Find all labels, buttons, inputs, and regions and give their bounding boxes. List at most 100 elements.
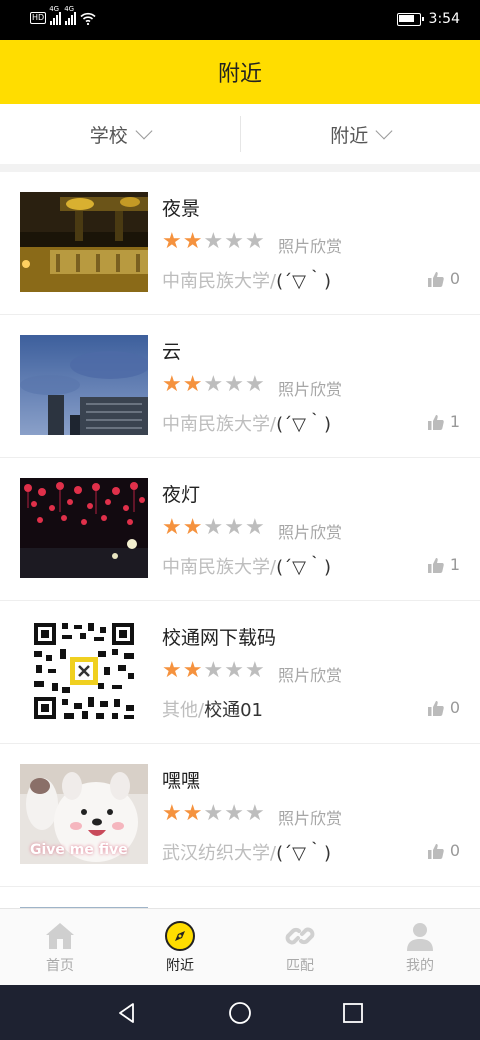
thumbs-up-icon [427, 700, 444, 716]
star-filled-icon: ★ [162, 229, 182, 254]
list-item[interactable] [0, 887, 480, 908]
link-icon [285, 927, 315, 945]
rating-stars: ★ ★ ★ ★ ★ [162, 803, 265, 825]
star-filled-icon: ★ [182, 658, 203, 683]
item-title: 云 [162, 341, 182, 363]
list-item[interactable]: 校通网下载码 ★ ★ ★ ★ ★ 照片欣赏 其他/校通01 0 [0, 601, 480, 744]
item-school: 武汉纺织大学/ [162, 843, 277, 864]
thumbs-up-icon [427, 271, 444, 287]
like-button[interactable]: 0 [427, 269, 460, 288]
item-meta: 中南民族大学/(´▽｀) [162, 553, 331, 579]
item-category: 照片欣赏 [278, 380, 343, 399]
thumbs-up-icon [427, 414, 444, 430]
post-list: 夜景 ★ ★ ★ ★ ★ 照片欣赏 中南民族大学/(´▽｀) 0 云 ★ ★ ★… [0, 172, 480, 908]
chevron-down-icon [375, 122, 393, 140]
star-empty-icon: ★ [203, 229, 224, 254]
section-gap [0, 164, 480, 172]
item-category: 照片欣赏 [278, 523, 343, 542]
star-empty-icon: ★ [244, 658, 265, 683]
thumbs-up-icon [427, 843, 444, 859]
back-icon[interactable] [115, 1001, 139, 1025]
filter-nearby-dropdown[interactable]: 附近 [241, 104, 480, 164]
item-category: 照片欣赏 [278, 237, 343, 256]
star-empty-icon: ★ [244, 229, 265, 254]
like-button[interactable]: 0 [427, 841, 460, 860]
like-button[interactable]: 1 [427, 412, 460, 431]
item-meta: 中南民族大学/(´▽｀) [162, 267, 331, 293]
item-school: 其他/ [162, 700, 205, 721]
system-nav-bar [0, 985, 480, 1040]
like-count: 1 [449, 555, 460, 574]
rating-stars: ★ ★ ★ ★ ★ [162, 517, 265, 539]
white-dog-photo[interactable]: Give me five [20, 764, 148, 864]
compass-icon [165, 921, 195, 951]
star-filled-icon: ★ [162, 658, 182, 683]
star-filled-icon: ★ [162, 515, 182, 540]
item-title: 夜灯 [162, 484, 201, 506]
person-icon [407, 923, 433, 951]
signal-icon: 4G [49, 5, 62, 25]
item-title: 夜景 [162, 198, 201, 220]
star-filled-icon: ★ [182, 515, 203, 540]
item-meta: 中南民族大学/(´▽｀) [162, 410, 331, 436]
item-category: 照片欣赏 [278, 666, 343, 685]
night-bridge-photo[interactable] [20, 192, 148, 292]
cloudy-sky-photo[interactable] [20, 335, 148, 435]
item-meta: 武汉纺织大学/(´▽｀) [162, 839, 331, 865]
star-empty-icon: ★ [224, 658, 244, 683]
home-circle-icon[interactable] [228, 1001, 252, 1025]
star-empty-icon: ★ [244, 515, 265, 540]
photo-caption: Give me five [30, 842, 128, 858]
item-author: (´▽｀) [276, 271, 331, 292]
star-empty-icon: ★ [244, 801, 265, 826]
star-filled-icon: ★ [162, 372, 182, 397]
signal-icon-2: 4G [64, 5, 77, 25]
filter-nearby-label: 附近 [330, 124, 369, 147]
thumbs-up-icon [427, 557, 444, 573]
tab-me[interactable]: 我的 [360, 909, 480, 986]
star-empty-icon: ★ [224, 372, 244, 397]
list-item[interactable]: 夜灯 ★ ★ ★ ★ ★ 照片欣赏 中南民族大学/(´▽｀) 1 [0, 458, 480, 601]
item-author: (´▽｀) [276, 843, 331, 864]
star-filled-icon: ★ [182, 229, 203, 254]
item-author: (´▽｀) [276, 414, 331, 435]
home-icon [46, 923, 74, 949]
page-header: 附近 [0, 40, 480, 104]
star-empty-icon: ★ [203, 658, 224, 683]
star-empty-icon: ★ [224, 515, 244, 540]
star-empty-icon: ★ [224, 801, 244, 826]
chevron-down-icon [135, 122, 153, 140]
status-left: HD 4G 4G [30, 5, 96, 25]
red-lanterns-photo[interactable] [20, 478, 148, 578]
tab-nearby[interactable]: 附近 [120, 909, 240, 986]
item-title: 嘿嘿 [162, 770, 201, 792]
status-bar: HD 4G 4G 3:54 [0, 0, 480, 40]
tab-nearby-label: 附近 [166, 958, 194, 974]
recents-icon[interactable] [341, 1001, 365, 1025]
tab-home[interactable]: 首页 [0, 909, 120, 986]
list-item[interactable]: Give me five 嘿嘿 ★ ★ ★ ★ ★ 照片欣赏 武汉纺织大学/(´▽｀) … [0, 744, 480, 887]
list-item[interactable]: 夜景 ★ ★ ★ ★ ★ 照片欣赏 中南民族大学/(´▽｀) 0 [0, 172, 480, 315]
star-empty-icon: ★ [244, 372, 265, 397]
battery-icon [396, 12, 424, 26]
bottom-tab-bar: 首页 附近 匹配 我的 [0, 908, 480, 986]
like-count: 1 [449, 412, 460, 431]
wifi-icon [80, 12, 96, 25]
list-item[interactable]: 云 ★ ★ ★ ★ ★ 照片欣赏 中南民族大学/(´▽｀) 1 [0, 315, 480, 458]
star-empty-icon: ★ [224, 229, 244, 254]
tab-me-label: 我的 [406, 958, 434, 974]
rating-stars: ★ ★ ★ ★ ★ [162, 231, 265, 253]
item-category: 照片欣赏 [278, 809, 343, 828]
tab-match-label: 匹配 [286, 958, 314, 974]
like-button[interactable]: 1 [427, 555, 460, 574]
qr-code[interactable] [20, 621, 148, 721]
like-button[interactable]: 0 [427, 698, 460, 717]
filter-school-dropdown[interactable]: 学校 [0, 104, 240, 164]
tab-match[interactable]: 匹配 [240, 909, 360, 986]
hd-icon: HD [30, 12, 47, 24]
star-empty-icon: ★ [203, 372, 224, 397]
rating-stars: ★ ★ ★ ★ ★ [162, 660, 265, 682]
item-author: (´▽｀) [276, 557, 331, 578]
item-meta: 其他/校通01 [162, 696, 263, 722]
filter-bar: 学校 附近 [0, 104, 480, 165]
